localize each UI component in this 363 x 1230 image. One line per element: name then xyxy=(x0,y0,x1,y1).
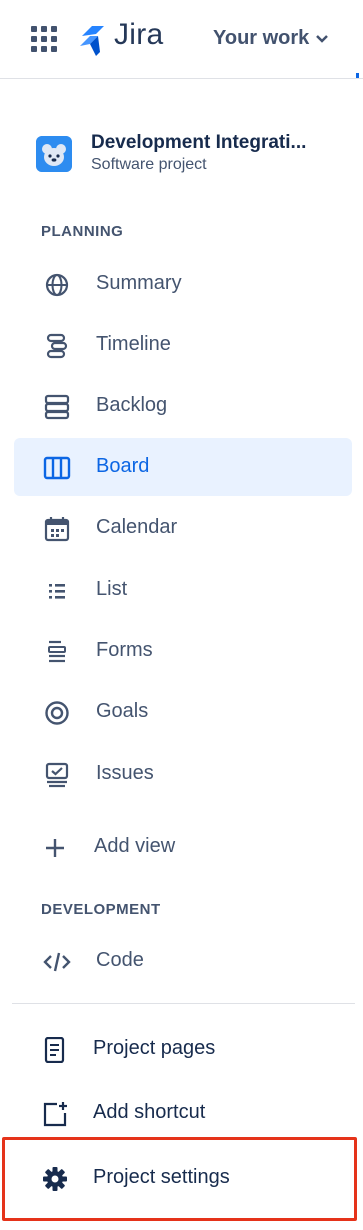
forms-icon xyxy=(48,640,66,663)
issues-icon xyxy=(45,762,69,788)
nav-item-issues[interactable]: Issues xyxy=(14,745,352,803)
globe-icon xyxy=(45,273,69,297)
nav-item-list[interactable]: List xyxy=(14,561,352,619)
jira-logo-icon[interactable] xyxy=(78,22,108,56)
section-heading-planning: PLANNING xyxy=(41,223,124,240)
add-shortcut-label: Add shortcut xyxy=(93,1101,206,1123)
your-work-menu[interactable]: Your work xyxy=(213,27,329,50)
nav-item-timeline[interactable]: Timeline xyxy=(14,316,352,374)
nav-item-label: Summary xyxy=(96,272,182,294)
backlog-icon xyxy=(44,394,70,420)
nav-item-label: List xyxy=(96,578,128,600)
project-header[interactable]: Development Integrati... Software projec… xyxy=(36,132,356,180)
add-view-button[interactable]: Add view xyxy=(14,818,352,876)
board-icon xyxy=(43,456,71,480)
plus-icon xyxy=(46,839,64,857)
chevron-down-icon xyxy=(316,34,329,43)
add-view-label: Add view xyxy=(94,835,176,857)
nav-item-label: Goals xyxy=(96,700,149,722)
timeline-icon xyxy=(46,333,68,359)
nav-item-label: Board xyxy=(96,455,150,477)
sidebar-divider xyxy=(12,1003,355,1004)
project-settings-label: Project settings xyxy=(93,1166,230,1188)
nav-item-label: Forms xyxy=(96,639,153,661)
nav-item-label: Timeline xyxy=(96,333,171,355)
nav-item-label: Calendar xyxy=(96,516,178,538)
nav-item-label: Issues xyxy=(96,762,154,784)
page-icon xyxy=(44,1037,65,1063)
project-pages-label: Project pages xyxy=(93,1037,216,1059)
list-icon xyxy=(49,584,65,599)
gear-icon xyxy=(43,1167,67,1191)
project-type: Software project xyxy=(91,156,207,173)
nav-item-label: Backlog xyxy=(96,394,168,416)
project-name: Development Integrati... xyxy=(91,132,307,153)
calendar-icon xyxy=(44,517,70,542)
goals-icon xyxy=(45,701,69,725)
nav-item-board[interactable]: Board xyxy=(14,438,352,496)
nav-item-backlog[interactable]: Backlog xyxy=(14,377,352,435)
section-heading-development: DEVELOPMENT xyxy=(41,901,161,918)
nav-item-summary[interactable]: Summary xyxy=(14,255,352,313)
nav-item-code[interactable]: Code xyxy=(14,932,352,990)
add-shortcut-icon xyxy=(43,1102,67,1127)
nav-item-label: Code xyxy=(96,949,144,971)
code-icon xyxy=(43,952,71,972)
progress-indicator xyxy=(356,73,359,78)
your-work-label: Your work xyxy=(213,27,310,49)
project-settings-link[interactable]: Project settings xyxy=(14,1149,352,1207)
top-navigation: Jira Your work xyxy=(0,0,363,79)
project-pages-link[interactable]: Project pages xyxy=(14,1020,352,1078)
add-shortcut-button[interactable]: Add shortcut xyxy=(14,1084,352,1142)
jira-wordmark[interactable]: Jira xyxy=(114,18,164,52)
nav-item-goals[interactable]: Goals xyxy=(14,683,352,741)
app-switcher-icon[interactable] xyxy=(31,26,57,52)
nav-item-forms[interactable]: Forms xyxy=(14,622,352,680)
project-avatar xyxy=(36,136,72,172)
nav-item-calendar[interactable]: Calendar xyxy=(14,499,352,557)
